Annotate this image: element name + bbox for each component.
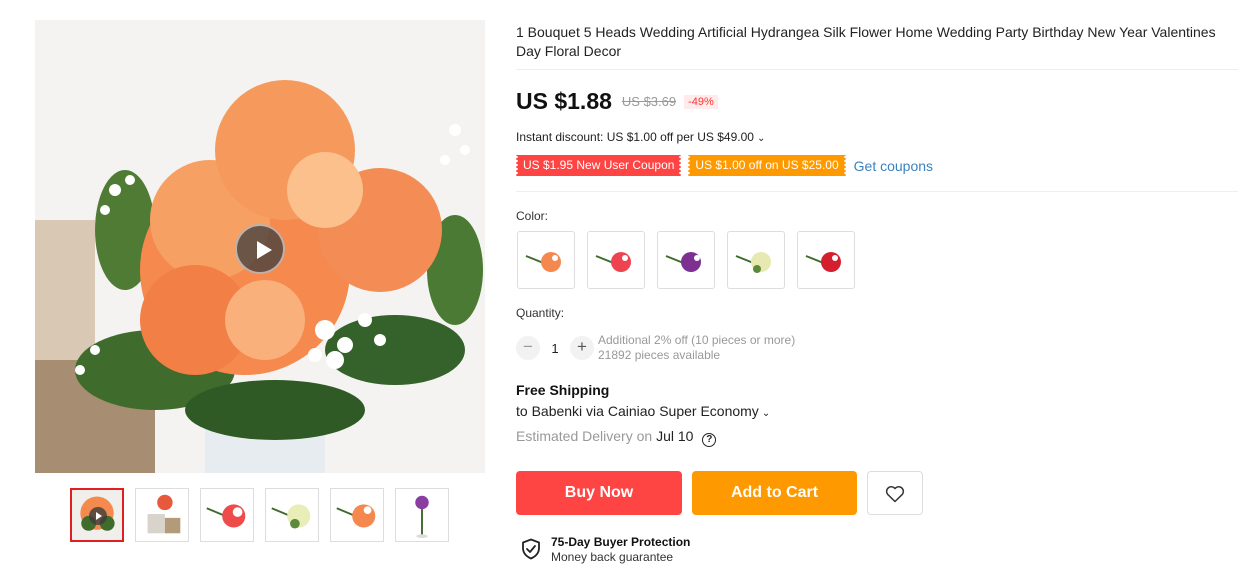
thumbnail-orange[interactable] [330,488,384,542]
shipping-route: to Babenki via Cainiao Super Economy [516,403,759,419]
main-product-image[interactable] [35,20,485,473]
play-video-button[interactable] [235,224,285,274]
quantity-decrease-button[interactable]: − [516,336,540,360]
play-icon [89,507,107,525]
swatch-orange[interactable] [517,231,575,289]
swatch-cream[interactable] [727,231,785,289]
estimated-delivery-label: Estimated Delivery on [516,428,653,444]
quantity-info: Additional 2% off (10 pieces or more) 21… [598,333,795,363]
quantity-stepper: − + Additional 2% off (10 pieces or more… [516,333,795,363]
shipping-method-selector[interactable]: to Babenki via Cainiao Super Economy ⌄ [516,403,770,419]
instant-discount[interactable]: Instant discount: US $1.00 off per US $4… [516,130,765,144]
chevron-down-icon: ⌄ [756,133,766,144]
quantity-input[interactable] [540,339,570,357]
divider [516,191,1238,192]
protection-subtitle: Money back guarantee [551,550,674,564]
shield-check-icon [522,538,540,560]
heart-icon [885,486,905,503]
color-swatches [517,231,855,289]
price-row: US $1.88 US $3.69 -49% [516,88,718,115]
product-title: 1 Bouquet 5 Heads Wedding Artificial Hyd… [516,24,1216,59]
shipping-title: Free Shipping [516,382,610,398]
original-price: US $3.69 [621,94,677,109]
divider [516,69,1238,70]
discount-badge: -49% [684,94,718,109]
bulk-discount-note: Additional 2% off (10 pieces or more) [598,333,796,347]
buyer-protection: 75-Day Buyer Protection Money back guara… [521,535,690,565]
wishlist-button[interactable] [867,471,923,515]
quantity-label: Quantity: [516,306,565,320]
thumbnail-strip [70,488,449,542]
swatch-purple[interactable] [657,231,715,289]
coupon-row: US $1.95 New User Coupon US $1.00 off on… [514,155,933,176]
quantity-increase-button[interactable]: + [570,336,594,360]
thumbnail-cream[interactable] [265,488,319,542]
swatch-red[interactable] [587,231,645,289]
get-coupons-link[interactable]: Get coupons [854,158,933,174]
coupon-new-user[interactable]: US $1.95 New User Coupon [514,155,683,176]
color-label: Color: [516,209,549,223]
coupon-store[interactable]: US $1.00 off on US $25.00 [687,155,847,176]
thumbnail-vase[interactable] [135,488,189,542]
estimated-delivery: Estimated Delivery on Jul 10 ? [516,428,717,447]
thumbnail-purple[interactable] [395,488,449,542]
buy-now-button[interactable]: Buy Now [516,471,682,515]
thumbnail-red[interactable] [200,488,254,542]
add-to-cart-button[interactable]: Add to Cart [692,471,857,515]
swatch-crimson[interactable] [797,231,855,289]
chevron-down-icon: ⌄ [761,408,771,419]
protection-title: 75-Day Buyer Protection [551,535,691,549]
thumbnail-video[interactable] [70,488,124,542]
help-icon[interactable]: ? [702,433,717,447]
instant-discount-text: Instant discount: US $1.00 off per US $4… [516,130,754,144]
current-price: US $1.88 [516,88,612,114]
stock-available: 21892 pieces available [598,348,721,362]
delivery-date: Jul 10 [656,428,694,444]
